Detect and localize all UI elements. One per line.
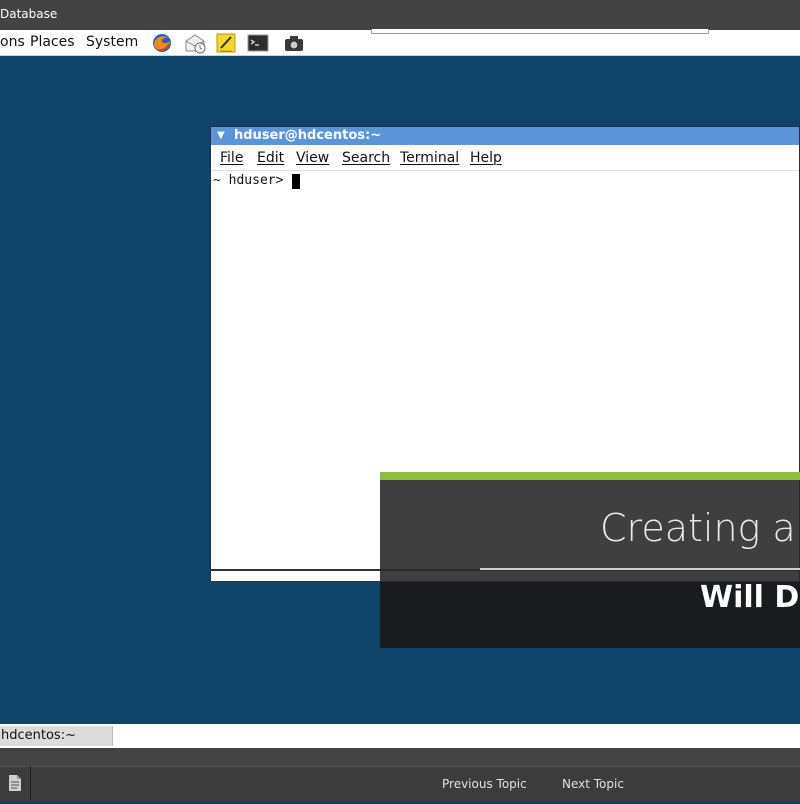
window-titlebar: Database xyxy=(0,0,800,30)
title-overlay: Creating a D Will Da xyxy=(380,472,800,648)
terminal-title: hduser@hdcentos:~ xyxy=(234,128,382,143)
terminal-titlebar[interactable]: ▼ hduser@hdcentos:~ xyxy=(211,127,799,145)
shell-prompt: ~ hduser> xyxy=(213,173,284,188)
terminal-menu-edit[interactable]: Edit xyxy=(257,150,284,166)
taskbar-item-terminal[interactable]: hdcentos:~ xyxy=(0,726,113,746)
previous-topic-button[interactable]: Previous Topic xyxy=(442,777,527,791)
window-menu-arrow-icon[interactable]: ▼ xyxy=(217,130,225,141)
panel-menu-system[interactable]: System xyxy=(86,34,138,50)
terminal-menu-search[interactable]: Search xyxy=(342,150,390,166)
overlay-accent-bar xyxy=(380,472,800,480)
window-title: Database xyxy=(0,7,58,21)
navbar-strip xyxy=(0,766,800,801)
taskbar-item-label: hdcentos:~ xyxy=(1,728,76,743)
text-cursor xyxy=(292,174,300,189)
next-topic-button[interactable]: Next Topic xyxy=(562,777,624,791)
navbar-separator xyxy=(0,748,800,766)
overlay-author: Will Da xyxy=(700,580,800,615)
player-navbar: Previous Topic Next Topic xyxy=(0,748,800,801)
terminal-menu-file[interactable]: File xyxy=(220,150,243,166)
screenshot-icon[interactable] xyxy=(283,32,305,54)
panel-menu-places[interactable]: Places xyxy=(30,34,75,50)
overlay-divider xyxy=(480,568,800,570)
terminal-menu-terminal[interactable]: Terminal xyxy=(400,150,459,166)
terminal-menu-help[interactable]: Help xyxy=(470,150,502,166)
panel-search-field[interactable] xyxy=(371,29,709,34)
bottom-taskbar: hdcentos:~ xyxy=(0,724,800,748)
document-icon[interactable] xyxy=(0,766,31,800)
overlay-title: Creating a D xyxy=(600,506,800,550)
terminal-menubar: File Edit View Search Terminal Help xyxy=(211,145,799,171)
terminal-menu-view[interactable]: View xyxy=(296,150,329,166)
firefox-icon[interactable] xyxy=(151,32,173,54)
panel-menu-applications[interactable]: ons xyxy=(0,34,25,50)
mail-clock-icon[interactable] xyxy=(184,32,206,54)
terminal-icon[interactable] xyxy=(247,32,269,54)
notes-icon[interactable] xyxy=(215,32,237,54)
